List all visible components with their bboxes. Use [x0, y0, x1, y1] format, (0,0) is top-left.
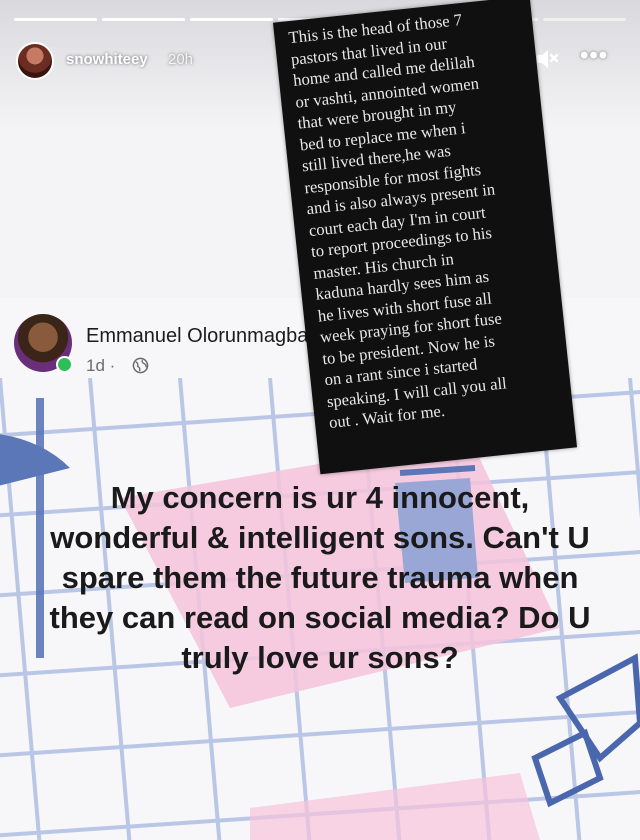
- post-message: My concern is ur 4 innocent, wonderful &…: [49, 480, 591, 675]
- globe-icon: [132, 357, 149, 374]
- more-options-button[interactable]: •••: [580, 44, 608, 68]
- online-status-indicator: [56, 356, 73, 373]
- story-progress-segment: [102, 18, 186, 21]
- story-progress-segment: [542, 18, 626, 21]
- post-author-name[interactable]: Emmanuel Olorunmagba: [86, 325, 308, 348]
- post-age: 1d: [86, 356, 105, 375]
- post-meta: 1d ·: [86, 356, 115, 376]
- story-author-username[interactable]: snowhiteey: [66, 51, 148, 68]
- overlay-text: This is the head of those 7 pastors that …: [288, 3, 561, 434]
- story-progress-segment: [190, 18, 274, 21]
- story-text-overlay: This is the head of those 7 pastors that …: [272, 0, 578, 475]
- story-progress-segment: [14, 18, 98, 21]
- post-meta-separator: ·: [109, 356, 116, 375]
- story-time-ago: 20h: [168, 51, 194, 68]
- story-author-avatar[interactable]: [16, 42, 54, 80]
- mute-icon[interactable]: [534, 46, 560, 72]
